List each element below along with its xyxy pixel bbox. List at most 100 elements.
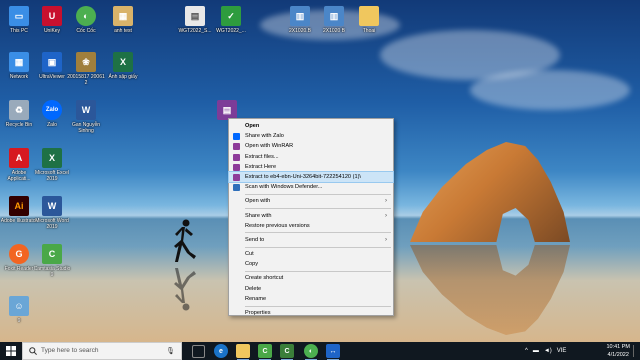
submenu-arrow-icon: ›: [385, 212, 387, 219]
menu-separator: [245, 208, 391, 209]
system-tray: ^ ▬ ◄) VIE: [525, 342, 566, 360]
menu-item-label: Copy: [245, 261, 259, 268]
defender-icon: [233, 184, 240, 192]
submenu-arrow-icon: ›: [385, 198, 387, 205]
coccoc-icon[interactable]: ◐: [304, 344, 318, 360]
camtasia-icon[interactable]: C: [258, 344, 272, 360]
runner-silhouette: [174, 219, 196, 262]
desktop-icon-word-file[interactable]: W Gan Nguyễn Sinhng: [67, 100, 105, 134]
desktop-icon-excel[interactable]: X Microsoft Excel 2019: [33, 148, 71, 182]
menu-item-open-with-winrar[interactable]: Open with WinRAR: [229, 141, 393, 151]
menu-item-share-with-zalo[interactable]: Share with Zalo: [229, 131, 393, 141]
menu-item-open-with[interactable]: Open with ›: [229, 196, 393, 206]
menu-item-rename[interactable]: Rename: [229, 294, 393, 304]
desktop-icon-label: Microsoft Word 2019: [35, 218, 69, 230]
menu-item-restore-previous-versions[interactable]: Restore previous versions: [229, 221, 393, 231]
menu-item-label: Open with: [245, 198, 271, 205]
edge-icon[interactable]: e: [214, 344, 228, 358]
menu-item-label: Extract files...: [245, 153, 279, 160]
clock-date: 4/1/2022: [607, 352, 629, 358]
menu-item-extract-files[interactable]: Extract files...: [229, 152, 393, 162]
zalo-icon: Zalo: [42, 100, 62, 120]
menu-separator: [245, 305, 391, 307]
task-view-icon[interactable]: [192, 345, 205, 358]
file-icon: ▥: [290, 6, 310, 26]
menu-separator: [245, 193, 391, 195]
menu-item-send-to[interactable]: Send to ›: [229, 235, 393, 245]
desktop-icon-word[interactable]: W Microsoft Word 2019: [33, 196, 71, 230]
windows-logo-icon: [6, 346, 16, 356]
menu-item-extract-to-eb4-ebn-uni-3264bit-722254120-1[interactable]: Extract to eb4-ebn-Uni-3264bit-722254120…: [228, 170, 394, 184]
runner-reflection: [174, 268, 196, 311]
desktop-icon-label: WGT2022_...: [216, 28, 246, 34]
desktop-icon-label: 2X1020 B: [323, 28, 345, 34]
volume-icon[interactable]: ◄): [544, 348, 552, 354]
adobe-icon: A: [9, 148, 29, 168]
desktop-icon-label: Ảnh sập giấy: [108, 74, 138, 80]
teamviewer-icon[interactable]: ↔: [326, 344, 340, 360]
network-tray-icon[interactable]: ▬: [533, 348, 539, 354]
menu-item-cut[interactable]: Cut: [229, 249, 393, 259]
winrar-icon: [233, 143, 240, 151]
desktop-icon-excel-file[interactable]: X Ảnh sập giấy: [104, 52, 142, 80]
unikey-icon: U: [42, 6, 62, 26]
microphone-icon[interactable]: 🎙: [166, 347, 175, 355]
desktop-icon-2x1020-b1[interactable]: ▥ 2X1020.B: [281, 6, 319, 34]
menu-item-scan-with-windows-defender[interactable]: Scan with Windows Defender...: [229, 182, 393, 192]
menu-item-open[interactable]: Open: [229, 121, 393, 131]
desktop-icon-wgt2022[interactable]: ✓ WGT2022_...: [212, 6, 250, 34]
language-indicator[interactable]: VIE: [557, 348, 567, 354]
menu-item-label: Extract Here: [245, 163, 277, 170]
desktop-icon-camtasia[interactable]: C Camtasia Studio 9: [33, 244, 71, 278]
zalo-icon: [233, 133, 240, 141]
menu-item-label: Delete: [245, 285, 262, 292]
excel-icon: X: [42, 148, 62, 168]
menu-separator: [245, 270, 391, 272]
foxit-icon: G: [9, 244, 29, 264]
menu-item-properties[interactable]: Properties: [229, 308, 393, 318]
desktop-icon-label: Zalo: [47, 122, 57, 128]
menu-item-copy[interactable]: Copy: [229, 259, 393, 269]
desktop-icon-anh-test[interactable]: ▦ anh test: [104, 6, 142, 34]
desktop-icon-label: WGT2022_S...: [178, 28, 212, 34]
cloud: [470, 70, 630, 110]
file-winrar-icon: ✓: [221, 6, 241, 26]
desktop-icon-label: 9: [17, 318, 21, 324]
taskbar: Type here to search 🎙 e C C ◐ ↔ ^ ▬ ◄) V…: [0, 342, 640, 360]
user-icon: ☺: [9, 296, 29, 316]
desktop-icon-2x1020-b2[interactable]: ▥ 2X1020 B: [315, 6, 353, 34]
menu-item-label: Properties: [245, 310, 271, 316]
word-file-icon: W: [76, 100, 96, 120]
file-explorer-icon[interactable]: [236, 344, 250, 360]
desktop-icon-label: 20015817 20061 2: [67, 74, 105, 86]
menu-separator: [245, 246, 391, 248]
menu-item-label: Share with Zalo: [245, 133, 284, 140]
desktop-icon-user[interactable]: ☺ 9: [0, 296, 38, 324]
desktop-icon-wgt2022-s[interactable]: ▤ WGT2022_S...: [176, 6, 214, 34]
desktop-icon-coccoc[interactable]: ◐ Cốc Cốc: [67, 6, 105, 34]
desktop-icon-label: 2X1020.B: [289, 28, 311, 34]
menu-item-share-with[interactable]: Share with ›: [229, 211, 393, 221]
computer-icon: ▭: [9, 6, 29, 26]
show-desktop-button[interactable]: [633, 345, 638, 357]
desktop-icon-winrar-archive[interactable]: ▤: [208, 100, 246, 120]
desktop-icon-image-file[interactable]: ❀ 20015817 20061 2: [67, 52, 105, 86]
desktop-icon-unikey[interactable]: U UniKey: [33, 6, 71, 34]
desktop-icon-ultraviewer[interactable]: ▣ UltraViewer: [33, 52, 71, 80]
taskbar-clock[interactable]: 10:41 PM 4/1/2022: [606, 343, 630, 359]
rock-arch: [410, 142, 570, 242]
winrar-archive-icon: ▤: [217, 100, 237, 120]
tray-chevron-up-icon[interactable]: ^: [525, 348, 528, 354]
taskbar-search-box[interactable]: Type here to search 🎙: [22, 342, 182, 360]
menu-item-label: Restore previous versions: [245, 222, 310, 229]
camtasia-recorder-icon[interactable]: C: [280, 344, 294, 360]
search-icon: [29, 347, 37, 355]
desktop-icon-thoai[interactable]: Thoai: [350, 6, 388, 34]
menu-item-label: Open: [245, 123, 260, 129]
menu-item-delete[interactable]: Delete: [229, 284, 393, 294]
start-button[interactable]: [0, 342, 22, 360]
menu-item-create-shortcut[interactable]: Create shortcut: [229, 273, 393, 283]
menu-item-extract-here[interactable]: Extract Here: [229, 162, 393, 172]
desktop-icon-label: Gan Nguyễn Sinhng: [71, 122, 101, 134]
desktop-icon-zalo[interactable]: Zalo Zalo: [33, 100, 71, 128]
